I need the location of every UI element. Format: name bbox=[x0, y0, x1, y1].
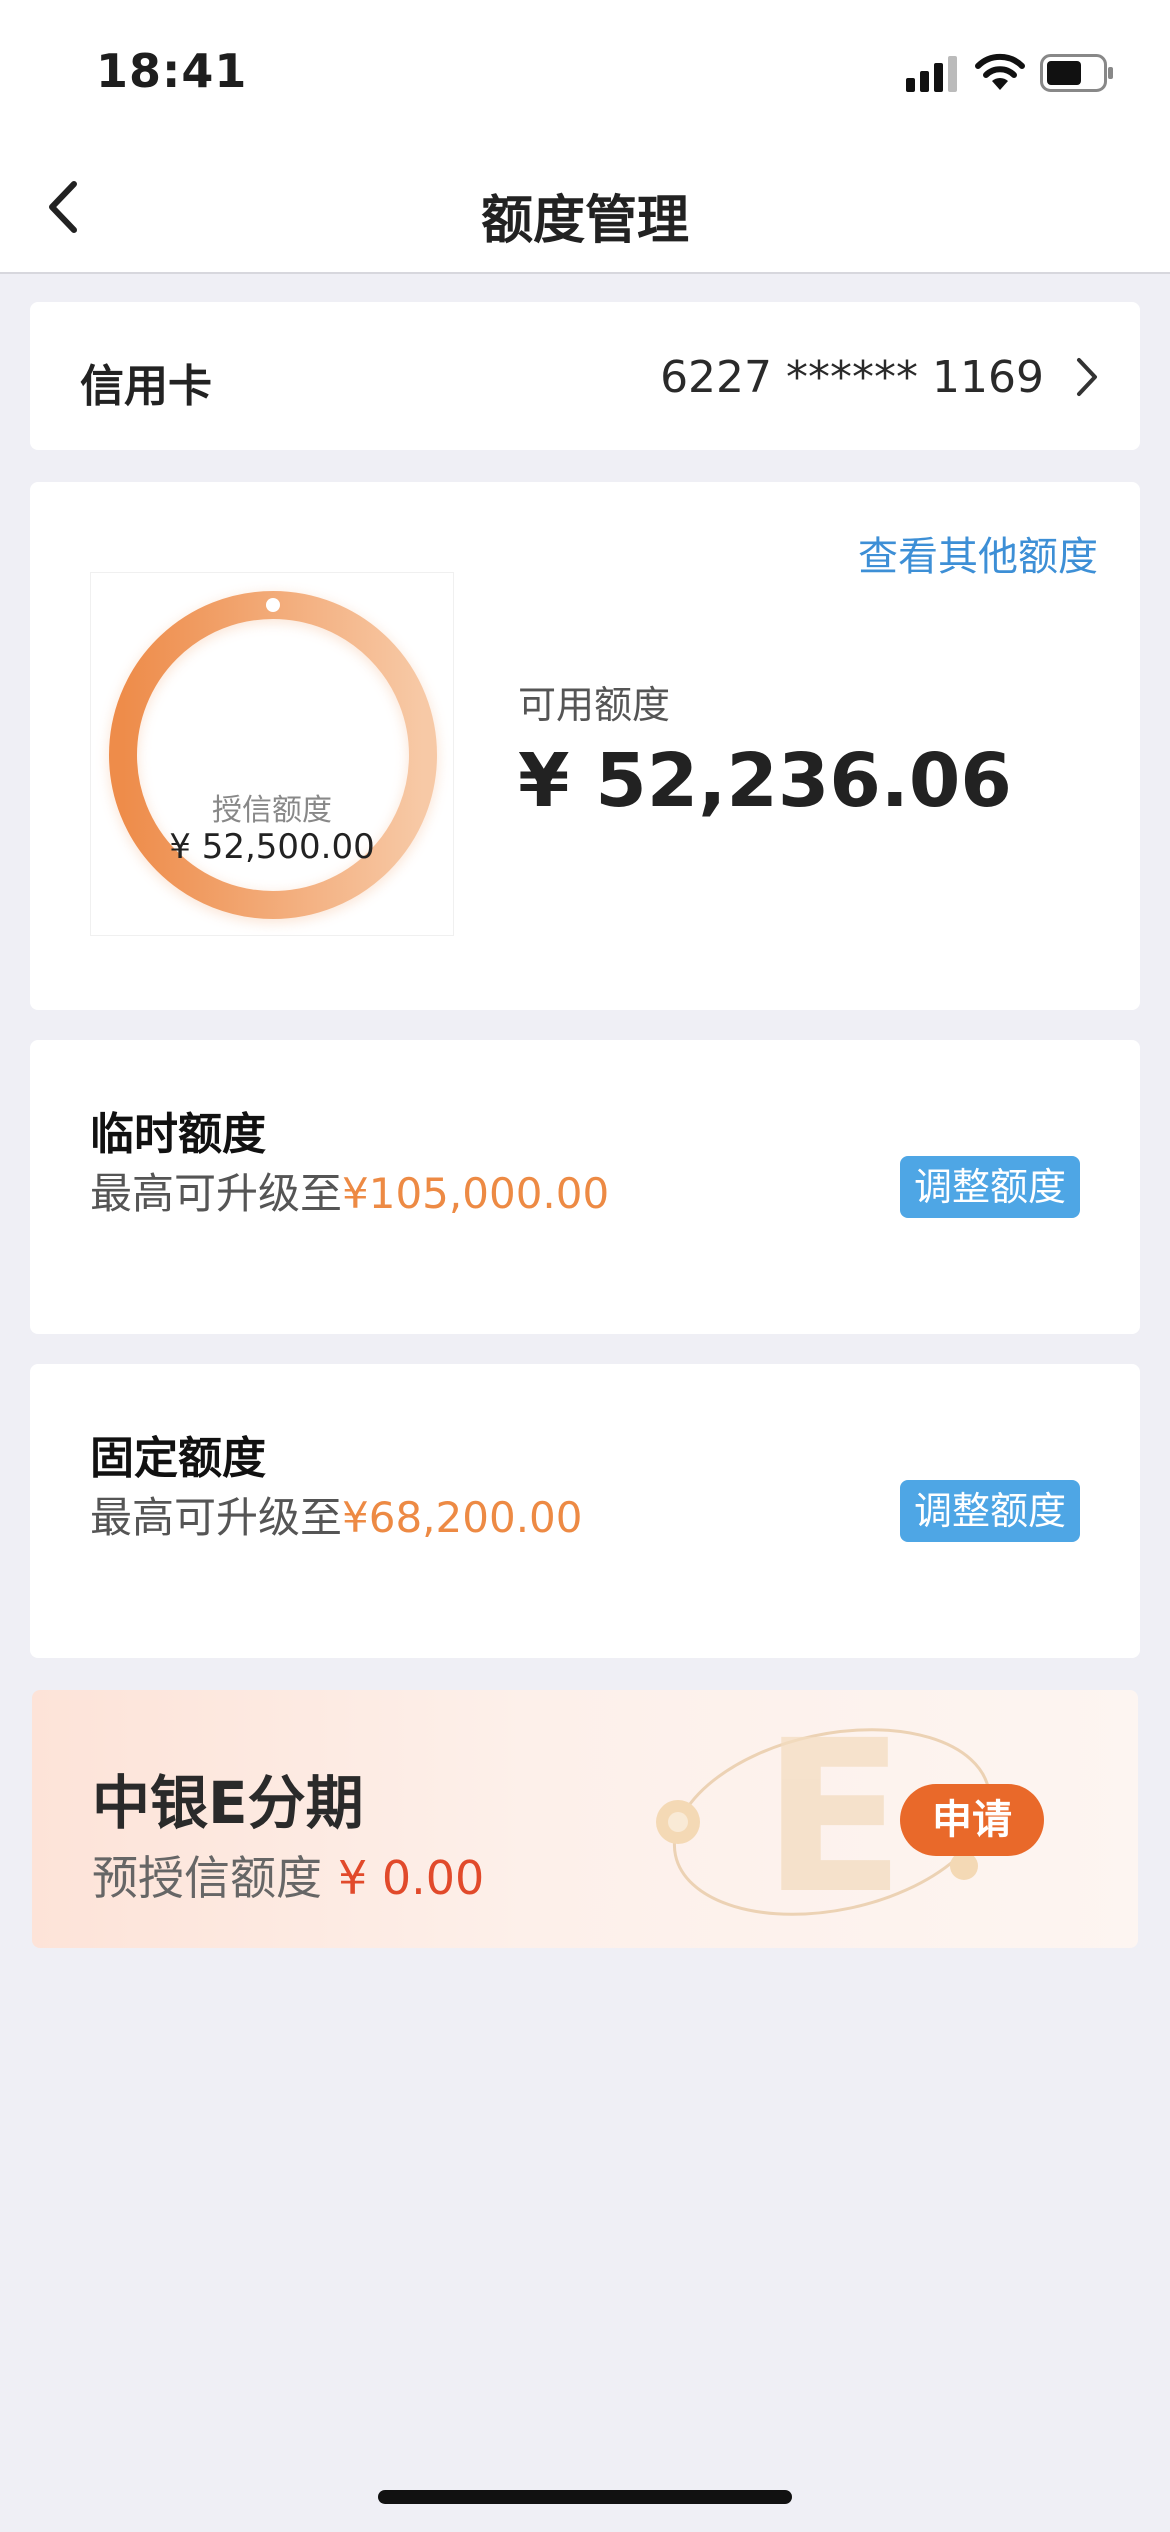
temporary-limit-title: 临时额度 bbox=[90, 1109, 266, 1160]
granted-limit-label: 授信额度 bbox=[212, 793, 332, 828]
fixed-limit-card: 固定额度 最高可升级至¥68,200.00 调整额度 bbox=[30, 1364, 1140, 1658]
status-time: 18:41 bbox=[96, 44, 248, 98]
home-indicator[interactable] bbox=[378, 2490, 792, 2504]
chevron-right-icon bbox=[1077, 358, 1097, 396]
temporary-limit-card: 临时额度 最高可升级至¥105,000.00 调整额度 bbox=[30, 1040, 1140, 1334]
fixed-limit-title: 固定额度 bbox=[90, 1433, 266, 1484]
credit-card-selector[interactable]: 信用卡 6227 ****** 1169 bbox=[30, 302, 1140, 450]
installment-desc: 预授信额度 ¥ 0.00 bbox=[92, 1842, 484, 1908]
installment-desc-prefix: 预授信额度 bbox=[92, 1851, 322, 1905]
temporary-limit-desc-prefix: 最高可升级至 bbox=[90, 1169, 343, 1218]
decoration-letter: E bbox=[762, 1695, 905, 1940]
view-other-limits-link[interactable]: 查看其他额度 bbox=[858, 524, 1098, 582]
fixed-limit-desc-prefix: 最高可升级至 bbox=[90, 1493, 343, 1542]
card-type-label: 信用卡 bbox=[80, 361, 212, 412]
card-number: 6227 ****** 1169 bbox=[660, 352, 1044, 403]
ring-chart bbox=[108, 591, 438, 923]
battery-icon bbox=[1040, 54, 1113, 92]
installment-title: 中银E分期 bbox=[92, 1769, 364, 1837]
granted-limit-ring: 授信额度 ¥ 52,500.00 bbox=[90, 572, 454, 936]
wifi-icon bbox=[975, 53, 1025, 90]
temporary-limit-max-amount: ¥105,000.00 bbox=[342, 1169, 610, 1218]
installment-preapproved-amount: ¥ 0.00 bbox=[338, 1851, 485, 1905]
nav-bar: 额度管理 bbox=[0, 140, 1170, 274]
signal-icon bbox=[906, 56, 960, 92]
page-title: 额度管理 bbox=[480, 191, 689, 251]
installment-banner[interactable]: E 中银E分期 预授信额度 ¥ 0.00 申请 bbox=[32, 1690, 1138, 1948]
available-limit-value: ¥ 52,236.06 bbox=[518, 738, 1012, 824]
status-bar: 18:41 bbox=[0, 0, 1170, 140]
available-limit-label: 可用额度 bbox=[518, 683, 671, 727]
credit-limit-card: 查看其他额度 授信额度 ¥ 52,500.00 可用额度 ¥ 52,236.06 bbox=[30, 482, 1140, 1010]
temporary-limit-desc: 最高可升级至¥105,000.00 bbox=[90, 1160, 609, 1221]
adjust-temporary-limit-button[interactable]: 调整额度 bbox=[899, 1156, 1080, 1218]
adjust-fixed-limit-button[interactable]: 调整额度 bbox=[899, 1480, 1080, 1542]
apply-button[interactable]: 申请 bbox=[900, 1784, 1044, 1856]
fixed-limit-desc: 最高可升级至¥68,200.00 bbox=[90, 1484, 583, 1545]
fixed-limit-max-amount: ¥68,200.00 bbox=[342, 1493, 583, 1542]
granted-limit-value: ¥ 52,500.00 bbox=[169, 827, 375, 867]
quota-management-page: 18:41 额度管理 信用卡 6227 ****** 1169 查看其他额度 授… bbox=[0, 0, 1170, 2532]
